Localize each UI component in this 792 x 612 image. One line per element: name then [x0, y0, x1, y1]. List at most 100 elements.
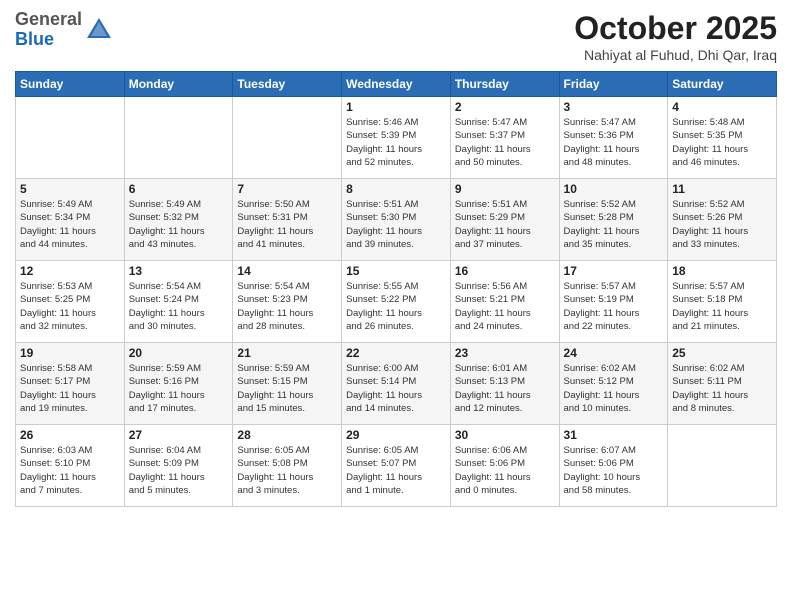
- day-number: 4: [672, 100, 772, 114]
- day-info: Sunrise: 5:57 AM Sunset: 5:18 PM Dayligh…: [672, 280, 772, 333]
- week-row-3: 12 Sunrise: 5:53 AM Sunset: 5:25 PM Dayli…: [16, 261, 777, 343]
- day-number: 15: [346, 264, 446, 278]
- calendar-cell-w2-d4: 8 Sunrise: 5:51 AM Sunset: 5:30 PM Daylig…: [342, 179, 451, 261]
- calendar-cell-w2-d6: 10 Sunrise: 5:52 AM Sunset: 5:28 PM Dayli…: [559, 179, 668, 261]
- day-number: 26: [20, 428, 120, 442]
- calendar-cell-w2-d5: 9Sunrise: 5:51 AM Sunset: 5:29 PM Daylig…: [450, 179, 559, 261]
- calendar-cell-w2-d3: 7 Sunrise: 5:50 AM Sunset: 5:31 PM Daylig…: [233, 179, 342, 261]
- calendar-cell-w4-d7: 25Sunrise: 6:02 AM Sunset: 5:11 PM Dayli…: [668, 343, 777, 425]
- calendar-cell-w4-d4: 22 Sunrise: 6:00 AM Sunset: 5:14 PM Dayli…: [342, 343, 451, 425]
- day-number: 29: [346, 428, 446, 442]
- calendar-cell-w3-d5: 16Sunrise: 5:56 AM Sunset: 5:21 PM Dayli…: [450, 261, 559, 343]
- day-number: 8: [346, 182, 446, 196]
- day-number: 17: [564, 264, 664, 278]
- day-number: 22: [346, 346, 446, 360]
- day-number: 7: [237, 182, 337, 196]
- day-number: 1: [346, 100, 446, 114]
- day-info: Sunrise: 5:50 AM Sunset: 5:31 PM Dayligh…: [237, 198, 337, 251]
- calendar-cell-w4-d2: 20 Sunrise: 5:59 AM Sunset: 5:16 PM Dayli…: [124, 343, 233, 425]
- calendar-cell-w1-d6: 3Sunrise: 5:47 AM Sunset: 5:36 PM Daylig…: [559, 97, 668, 179]
- day-info: Sunrise: 6:03 AM Sunset: 5:10 PM Dayligh…: [20, 444, 120, 497]
- day-info: Sunrise: 5:59 AM Sunset: 5:16 PM Dayligh…: [129, 362, 229, 415]
- day-info: Sunrise: 5:47 AM Sunset: 5:37 PM Dayligh…: [455, 116, 555, 169]
- calendar-cell-w1-d3: [233, 97, 342, 179]
- day-info: Sunrise: 5:54 AM Sunset: 5:23 PM Dayligh…: [237, 280, 337, 333]
- day-info: Sunrise: 5:59 AM Sunset: 5:15 PM Dayligh…: [237, 362, 337, 415]
- header-tuesday: Tuesday: [233, 72, 342, 97]
- day-info: Sunrise: 6:05 AM Sunset: 5:07 PM Dayligh…: [346, 444, 446, 497]
- day-info: Sunrise: 6:02 AM Sunset: 5:11 PM Dayligh…: [672, 362, 772, 415]
- logo-general-text: General: [15, 9, 82, 29]
- calendar-cell-w1-d7: 4 Sunrise: 5:48 AM Sunset: 5:35 PM Daylig…: [668, 97, 777, 179]
- header-sunday: Sunday: [16, 72, 125, 97]
- day-number: 14: [237, 264, 337, 278]
- calendar-cell-w5-d7: [668, 425, 777, 507]
- day-info: Sunrise: 5:53 AM Sunset: 5:25 PM Dayligh…: [20, 280, 120, 333]
- calendar-cell-w1-d5: 2Sunrise: 5:47 AM Sunset: 5:37 PM Daylig…: [450, 97, 559, 179]
- day-number: 18: [672, 264, 772, 278]
- day-info: Sunrise: 6:05 AM Sunset: 5:08 PM Dayligh…: [237, 444, 337, 497]
- day-info: Sunrise: 5:51 AM Sunset: 5:30 PM Dayligh…: [346, 198, 446, 251]
- weekday-header-row: Sunday Monday Tuesday Wednesday Thursday…: [16, 72, 777, 97]
- day-number: 11: [672, 182, 772, 196]
- day-info: Sunrise: 5:58 AM Sunset: 5:17 PM Dayligh…: [20, 362, 120, 415]
- day-number: 27: [129, 428, 229, 442]
- day-number: 20: [129, 346, 229, 360]
- day-info: Sunrise: 6:01 AM Sunset: 5:13 PM Dayligh…: [455, 362, 555, 415]
- calendar-cell-w3-d6: 17 Sunrise: 5:57 AM Sunset: 5:19 PM Dayli…: [559, 261, 668, 343]
- day-info: Sunrise: 5:52 AM Sunset: 5:28 PM Dayligh…: [564, 198, 664, 251]
- calendar-cell-w3-d7: 18 Sunrise: 5:57 AM Sunset: 5:18 PM Dayli…: [668, 261, 777, 343]
- day-number: 10: [564, 182, 664, 196]
- day-info: Sunrise: 5:46 AM Sunset: 5:39 PM Dayligh…: [346, 116, 446, 169]
- day-number: 24: [564, 346, 664, 360]
- header: General Blue October 2025 Nahiyat al Fuh…: [15, 10, 777, 63]
- day-number: 21: [237, 346, 337, 360]
- day-info: Sunrise: 6:07 AM Sunset: 5:06 PM Dayligh…: [564, 444, 664, 497]
- calendar-cell-w4-d1: 19 Sunrise: 5:58 AM Sunset: 5:17 PM Dayli…: [16, 343, 125, 425]
- calendar-cell-w3-d1: 12 Sunrise: 5:53 AM Sunset: 5:25 PM Dayli…: [16, 261, 125, 343]
- day-info: Sunrise: 6:06 AM Sunset: 5:06 PM Dayligh…: [455, 444, 555, 497]
- calendar-cell-w5-d3: 28 Sunrise: 6:05 AM Sunset: 5:08 PM Dayli…: [233, 425, 342, 507]
- title-block: October 2025 Nahiyat al Fuhud, Dhi Qar, …: [574, 10, 777, 63]
- day-info: Sunrise: 5:54 AM Sunset: 5:24 PM Dayligh…: [129, 280, 229, 333]
- logo-icon: [85, 16, 113, 44]
- month-title: October 2025: [574, 10, 777, 47]
- calendar-cell-w2-d2: 6Sunrise: 5:49 AM Sunset: 5:32 PM Daylig…: [124, 179, 233, 261]
- header-saturday: Saturday: [668, 72, 777, 97]
- day-number: 5: [20, 182, 120, 196]
- location-title: Nahiyat al Fuhud, Dhi Qar, Iraq: [574, 47, 777, 63]
- day-number: 19: [20, 346, 120, 360]
- calendar-cell-w5-d6: 31Sunrise: 6:07 AM Sunset: 5:06 PM Dayli…: [559, 425, 668, 507]
- calendar-cell-w3-d4: 15 Sunrise: 5:55 AM Sunset: 5:22 PM Dayli…: [342, 261, 451, 343]
- calendar-cell-w4-d3: 21 Sunrise: 5:59 AM Sunset: 5:15 PM Dayli…: [233, 343, 342, 425]
- day-number: 13: [129, 264, 229, 278]
- day-info: Sunrise: 5:55 AM Sunset: 5:22 PM Dayligh…: [346, 280, 446, 333]
- calendar-table: Sunday Monday Tuesday Wednesday Thursday…: [15, 71, 777, 507]
- calendar-cell-w5-d4: 29 Sunrise: 6:05 AM Sunset: 5:07 PM Dayli…: [342, 425, 451, 507]
- day-info: Sunrise: 5:48 AM Sunset: 5:35 PM Dayligh…: [672, 116, 772, 169]
- day-number: 30: [455, 428, 555, 442]
- header-monday: Monday: [124, 72, 233, 97]
- day-info: Sunrise: 6:00 AM Sunset: 5:14 PM Dayligh…: [346, 362, 446, 415]
- calendar-cell-w1-d2: [124, 97, 233, 179]
- day-number: 23: [455, 346, 555, 360]
- day-number: 3: [564, 100, 664, 114]
- day-info: Sunrise: 5:56 AM Sunset: 5:21 PM Dayligh…: [455, 280, 555, 333]
- calendar-cell-w4-d6: 24Sunrise: 6:02 AM Sunset: 5:12 PM Dayli…: [559, 343, 668, 425]
- calendar-cell-w4-d5: 23 Sunrise: 6:01 AM Sunset: 5:13 PM Dayli…: [450, 343, 559, 425]
- calendar-cell-w1-d1: [16, 97, 125, 179]
- day-number: 28: [237, 428, 337, 442]
- week-row-2: 5Sunrise: 5:49 AM Sunset: 5:34 PM Daylig…: [16, 179, 777, 261]
- header-friday: Friday: [559, 72, 668, 97]
- calendar-cell-w5-d2: 27Sunrise: 6:04 AM Sunset: 5:09 PM Dayli…: [124, 425, 233, 507]
- day-info: Sunrise: 5:51 AM Sunset: 5:29 PM Dayligh…: [455, 198, 555, 251]
- header-wednesday: Wednesday: [342, 72, 451, 97]
- header-thursday: Thursday: [450, 72, 559, 97]
- week-row-4: 19 Sunrise: 5:58 AM Sunset: 5:17 PM Dayli…: [16, 343, 777, 425]
- logo-blue-text: Blue: [15, 29, 54, 49]
- calendar-cell-w3-d2: 13 Sunrise: 5:54 AM Sunset: 5:24 PM Dayli…: [124, 261, 233, 343]
- day-info: Sunrise: 5:49 AM Sunset: 5:32 PM Dayligh…: [129, 198, 229, 251]
- calendar-cell-w5-d5: 30 Sunrise: 6:06 AM Sunset: 5:06 PM Dayli…: [450, 425, 559, 507]
- day-number: 12: [20, 264, 120, 278]
- day-info: Sunrise: 5:57 AM Sunset: 5:19 PM Dayligh…: [564, 280, 664, 333]
